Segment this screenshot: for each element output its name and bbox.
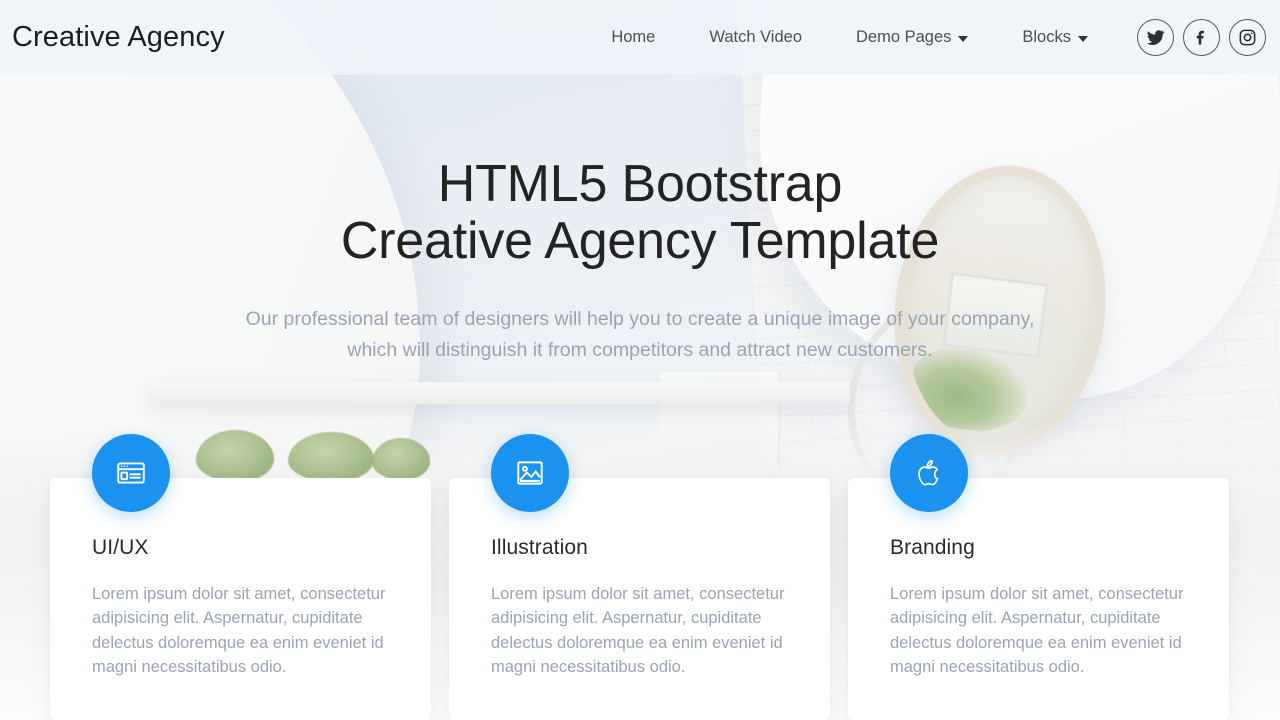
social-link-twitter[interactable] bbox=[1137, 19, 1174, 56]
feature-card-text: Lorem ipsum dolor sit amet, consectetur … bbox=[491, 585, 785, 677]
browser-window-icon[interactable] bbox=[92, 434, 170, 512]
social-link-facebook[interactable] bbox=[1183, 19, 1220, 56]
background-shrub bbox=[372, 438, 430, 480]
apple-logo-icon[interactable] bbox=[890, 434, 968, 512]
nav-menu: Home Watch Video Demo Pages Blocks bbox=[584, 19, 1280, 56]
hero-section: HTML5 Bootstrap Creative Agency Template… bbox=[0, 75, 1280, 366]
feature-cards: UI/UX Lorem ipsum dolor sit amet, consec… bbox=[50, 434, 1230, 720]
nav-item-demo-pages[interactable]: Demo Pages bbox=[829, 28, 995, 47]
feature-card-title: Illustration bbox=[491, 536, 588, 559]
background-shrub bbox=[196, 430, 274, 482]
hero-title-line-2: Creative Agency Template bbox=[340, 212, 940, 270]
navbar: Creative Agency Home Watch Video Demo Pa… bbox=[0, 0, 1280, 75]
instagram-icon bbox=[1238, 28, 1257, 47]
hero-subtitle-line-2: which will distinguish it from competito… bbox=[347, 339, 933, 361]
page-root: Creative Agency Home Watch Video Demo Pa… bbox=[0, 0, 1280, 720]
nav-item-label: Demo Pages bbox=[856, 28, 952, 46]
brand-logo[interactable]: Creative Agency bbox=[12, 21, 225, 54]
chevron-down-icon bbox=[1078, 35, 1088, 42]
background-ledge bbox=[150, 382, 850, 404]
nav-item-label: Blocks bbox=[1022, 28, 1071, 46]
hero-title: HTML5 Bootstrap Creative Agency Template bbox=[0, 156, 1280, 270]
nav-item-label: Watch Video bbox=[709, 28, 802, 46]
social-link-instagram[interactable] bbox=[1229, 19, 1266, 56]
feature-card-branding: Branding Lorem ipsum dolor sit amet, con… bbox=[848, 434, 1229, 720]
social-links bbox=[1137, 19, 1266, 56]
facebook-icon bbox=[1192, 28, 1211, 47]
feature-card-text: Lorem ipsum dolor sit amet, consectetur … bbox=[890, 585, 1184, 677]
nav-item-watch-video[interactable]: Watch Video bbox=[682, 28, 829, 47]
feature-card-title: UI/UX bbox=[92, 536, 149, 559]
twitter-icon bbox=[1146, 28, 1165, 47]
feature-card-title: Branding bbox=[890, 536, 975, 559]
background-shrub bbox=[288, 432, 374, 482]
chevron-down-icon bbox=[958, 35, 969, 42]
feature-card-uiux: UI/UX Lorem ipsum dolor sit amet, consec… bbox=[50, 434, 431, 720]
hero-subtitle-line-1: Our professional team of designers will … bbox=[245, 308, 1035, 330]
feature-card-illustration: Illustration Lorem ipsum dolor sit amet,… bbox=[449, 434, 830, 720]
hero-title-line-1: HTML5 Bootstrap bbox=[437, 155, 843, 213]
nav-item-blocks[interactable]: Blocks bbox=[995, 28, 1115, 47]
hero-subtitle: Our professional team of designers will … bbox=[180, 304, 1100, 366]
feature-card-text: Lorem ipsum dolor sit amet, consectetur … bbox=[92, 585, 386, 677]
image-picture-icon[interactable] bbox=[491, 434, 569, 512]
nav-item-home[interactable]: Home bbox=[584, 28, 682, 47]
nav-item-label: Home bbox=[611, 28, 656, 46]
